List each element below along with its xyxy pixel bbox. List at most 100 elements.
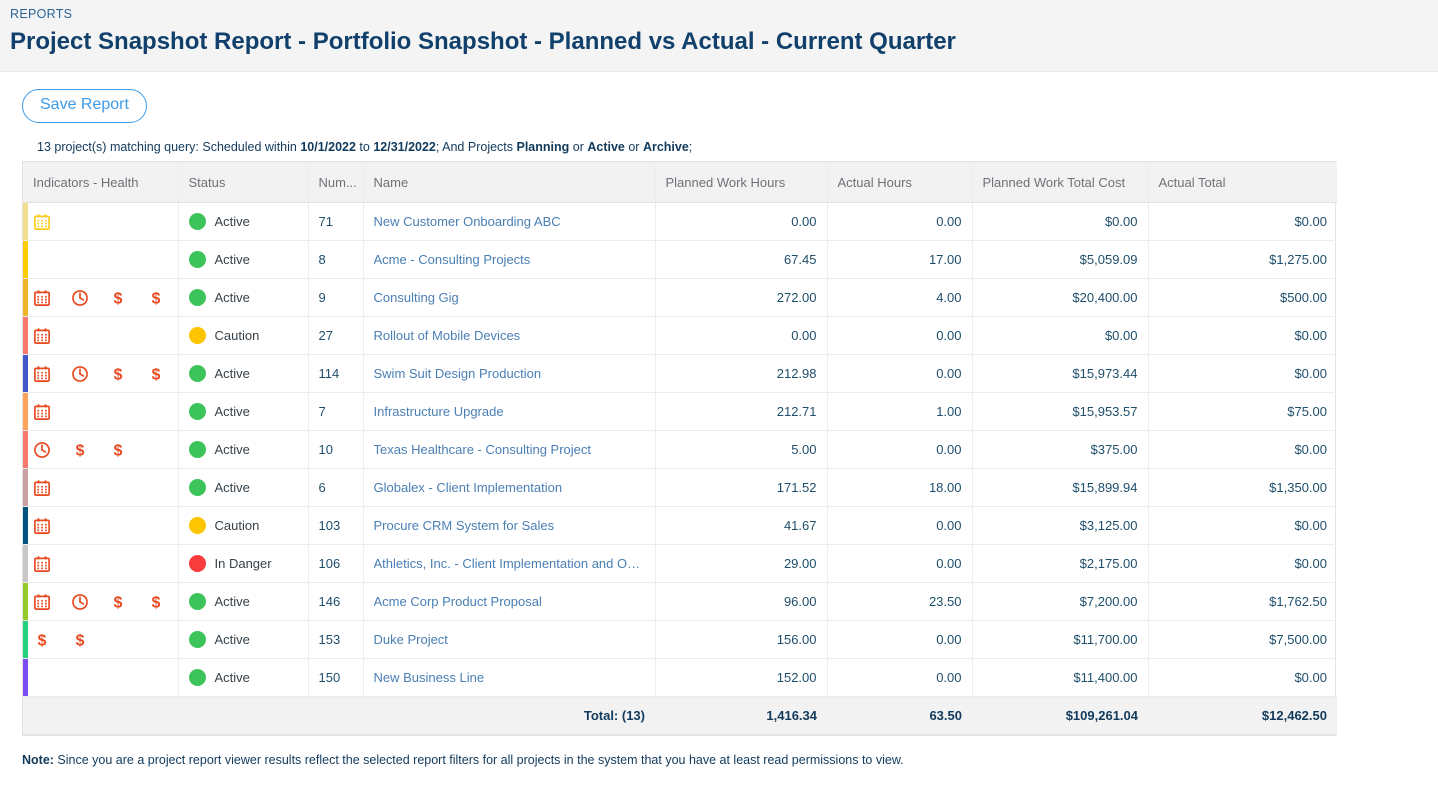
cell-project-name: Texas Healthcare - Consulting Project xyxy=(362,430,655,469)
breadcrumb[interactable]: REPORTS xyxy=(8,6,1438,22)
calendar-icon[interactable] xyxy=(33,517,51,535)
status-label: Caution xyxy=(214,518,260,533)
status-label: Active xyxy=(214,480,250,495)
cell-project-number: 6 xyxy=(307,468,363,507)
table-row[interactable]: $ $ Active 153 Duke Project 156.00 0.00 $11,700… xyxy=(23,620,1337,659)
health-color-bar xyxy=(23,469,28,506)
project-name-link[interactable]: Consulting Gig xyxy=(374,290,645,305)
column-header-name[interactable]: Name xyxy=(362,162,655,203)
cell-actual-hours: 23.50 xyxy=(826,582,972,621)
cell-project-name: Swim Suit Design Production xyxy=(362,354,655,393)
status-dot-icon xyxy=(188,251,206,268)
cell-status: In Danger xyxy=(177,544,308,583)
status-label: Active xyxy=(214,366,250,381)
status-dot-icon xyxy=(188,213,206,230)
calendar-icon[interactable] xyxy=(33,555,51,573)
column-header-planned-work-hours[interactable]: Planned Work Hours xyxy=(654,162,827,203)
dollar-icon[interactable]: $ xyxy=(71,441,89,459)
indicator-icon-group xyxy=(33,393,168,430)
dollar-icon[interactable]: $ xyxy=(109,441,127,459)
table-row[interactable]: Active 8 Acme - Consulting Projects 67.45 17… xyxy=(23,240,1337,279)
column-header-actual-total[interactable]: Actual Total xyxy=(1147,162,1337,203)
project-name-link[interactable]: Duke Project xyxy=(374,632,645,647)
calendar-icon[interactable] xyxy=(33,365,51,383)
cell-actual-total: $0.00 xyxy=(1147,316,1337,355)
project-name-link[interactable]: Infrastructure Upgrade xyxy=(374,404,645,419)
project-name-link[interactable]: Rollout of Mobile Devices xyxy=(374,328,645,343)
health-color-bar xyxy=(23,355,28,392)
dollar-icon[interactable]: $ xyxy=(109,289,127,307)
cell-project-number: 71 xyxy=(307,202,363,241)
status-label: Active xyxy=(214,594,250,609)
calendar-icon[interactable] xyxy=(33,403,51,421)
status-badge: Active xyxy=(188,251,298,268)
svg-text:$: $ xyxy=(114,290,123,307)
cell-planned-work-total-cost: $15,973.44 xyxy=(971,354,1148,393)
table-row[interactable]: Active 7 Infrastructure Upgrade 212.71 1.00 $… xyxy=(23,392,1337,431)
cell-planned-work-total-cost: $5,059.09 xyxy=(971,240,1148,279)
table-row[interactable]: Caution 27 Rollout of Mobile Devices 0.00 0.… xyxy=(23,316,1337,355)
table-row[interactable]: $ $ Active 9 Consulting Gig 272.00 4.00 $20,400… xyxy=(23,278,1337,317)
cell-actual-hours: 0.00 xyxy=(826,658,972,697)
clock-icon[interactable] xyxy=(71,289,89,307)
report-table-container: Indicators - Health Status Num... Name P… xyxy=(22,161,1337,736)
project-name-link[interactable]: Athletics, Inc. - Client Implementation … xyxy=(374,556,645,571)
table-row[interactable]: $ $ Active 10 Texas Healthcare - Consulting … xyxy=(23,430,1337,469)
cell-planned-work-hours: 152.00 xyxy=(654,658,827,697)
cell-project-number: 153 xyxy=(307,620,363,659)
status-label: Caution xyxy=(214,328,260,343)
column-header-indicators[interactable]: Indicators - Health xyxy=(23,162,178,203)
totals-label: Total: (13) xyxy=(363,696,655,735)
table-row[interactable]: Active 71 New Customer Onboarding ABC 0.00 0… xyxy=(23,202,1337,241)
calendar-icon[interactable] xyxy=(33,213,51,231)
table-row[interactable]: In Danger 106 Athletics, Inc. - Client Imp… xyxy=(23,544,1337,583)
dollar-icon[interactable]: $ xyxy=(33,631,51,649)
status-dot-icon xyxy=(188,441,206,458)
cell-indicators xyxy=(23,468,178,507)
clock-icon[interactable] xyxy=(33,441,51,459)
project-name-link[interactable]: Swim Suit Design Production xyxy=(374,366,645,381)
calendar-icon[interactable] xyxy=(33,479,51,497)
table-row[interactable]: Active 150 New Business Line 152.00 0.00 $11,… xyxy=(23,658,1337,697)
project-name-link[interactable]: Texas Healthcare - Consulting Project xyxy=(374,442,645,457)
cell-project-name: Acme Corp Product Proposal xyxy=(362,582,655,621)
health-color-bar xyxy=(23,583,28,620)
project-name-link[interactable]: Globalex - Client Implementation xyxy=(374,480,645,495)
cell-status: Active xyxy=(177,240,308,279)
project-name-link[interactable]: Acme Corp Product Proposal xyxy=(374,594,645,609)
cell-project-number: 146 xyxy=(307,582,363,621)
column-header-actual-hours[interactable]: Actual Hours xyxy=(826,162,972,203)
dollar-icon[interactable]: $ xyxy=(109,365,127,383)
dollar-icon[interactable]: $ xyxy=(147,365,165,383)
totals-row: Total: (13) 1,416.34 63.50 $109,261.04 $… xyxy=(23,696,1337,735)
totals-actual-total: $12,462.50 xyxy=(1148,696,1337,735)
cell-actual-hours: 1.00 xyxy=(826,392,972,431)
calendar-icon[interactable] xyxy=(33,327,51,345)
calendar-icon[interactable] xyxy=(33,289,51,307)
cell-planned-work-hours: 272.00 xyxy=(654,278,827,317)
column-header-number[interactable]: Num... xyxy=(307,162,363,203)
project-name-link[interactable]: New Customer Onboarding ABC xyxy=(374,214,645,229)
project-name-link[interactable]: Acme - Consulting Projects xyxy=(374,252,645,267)
status-badge: Active xyxy=(188,441,298,458)
project-name-link[interactable]: Procure CRM System for Sales xyxy=(374,518,645,533)
column-header-planned-work-total-cost[interactable]: Planned Work Total Cost xyxy=(971,162,1148,203)
dollar-icon[interactable]: $ xyxy=(71,631,89,649)
column-header-status[interactable]: Status xyxy=(177,162,308,203)
status-badge: Active xyxy=(188,289,298,306)
table-row[interactable]: $ $ Active 114 Swim Suit Design Production 21… xyxy=(23,354,1337,393)
query-state-planning: Planning xyxy=(516,140,570,154)
calendar-icon[interactable] xyxy=(33,593,51,611)
dollar-icon[interactable]: $ xyxy=(147,289,165,307)
save-report-button[interactable]: Save Report xyxy=(22,89,147,123)
clock-icon[interactable] xyxy=(71,593,89,611)
svg-text:$: $ xyxy=(76,442,85,459)
table-row[interactable]: $ $ Active 146 Acme Corp Product Proposal 96.… xyxy=(23,582,1337,621)
project-name-link[interactable]: New Business Line xyxy=(374,670,645,685)
dollar-icon[interactable]: $ xyxy=(147,593,165,611)
table-row[interactable]: Caution 103 Procure CRM System for Sales 41… xyxy=(23,506,1337,545)
clock-icon[interactable] xyxy=(71,365,89,383)
cell-project-number: 150 xyxy=(307,658,363,697)
dollar-icon[interactable]: $ xyxy=(109,593,127,611)
table-row[interactable]: Active 6 Globalex - Client Implementation 1… xyxy=(23,468,1337,507)
